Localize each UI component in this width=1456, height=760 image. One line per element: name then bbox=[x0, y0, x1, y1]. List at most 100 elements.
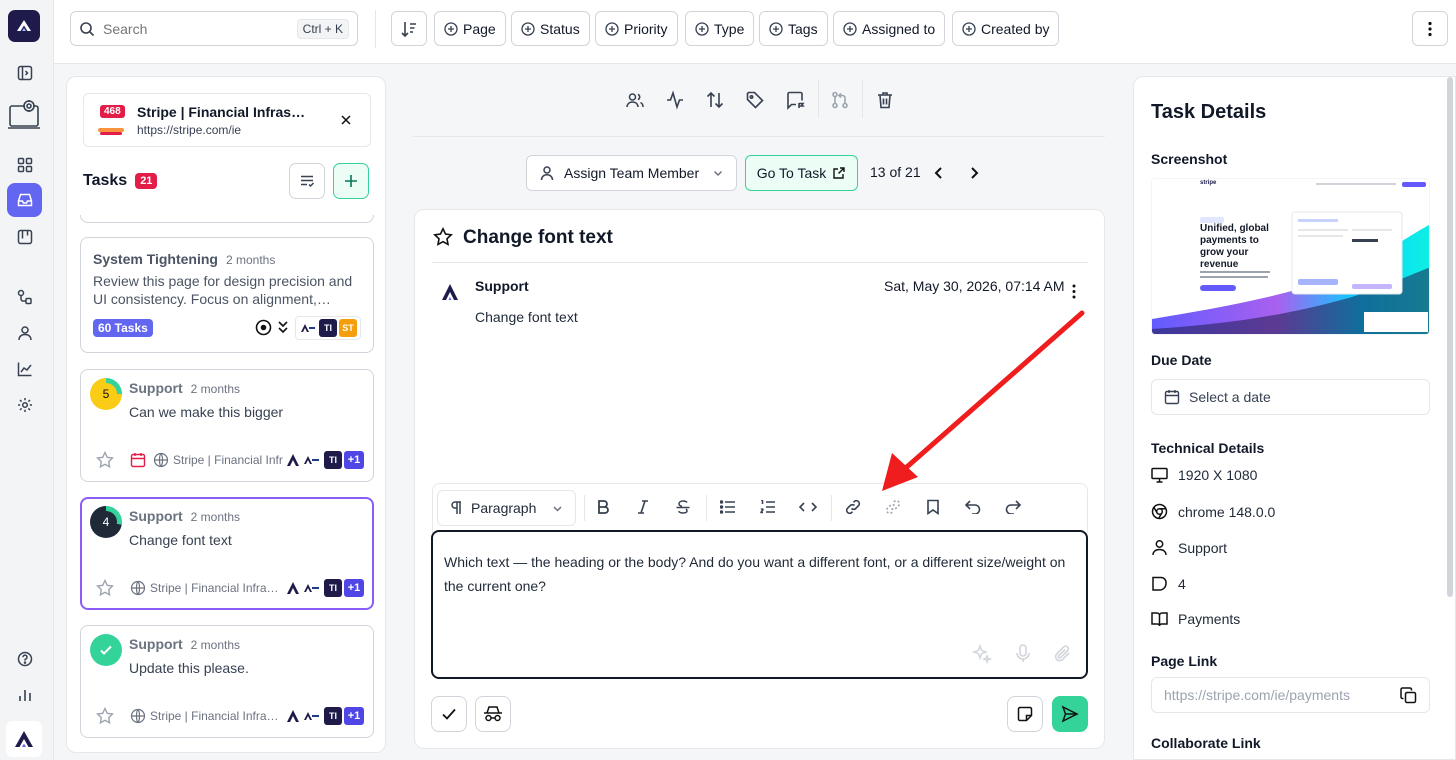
due-date-picker[interactable]: Select a date bbox=[1151, 379, 1430, 415]
brand-avatar-icon[interactable] bbox=[6, 721, 42, 757]
task-site: Stripe | Financial Infra… bbox=[150, 709, 279, 723]
link-icon[interactable] bbox=[842, 496, 864, 518]
filter-page-button[interactable]: Page bbox=[434, 11, 506, 46]
app-logo[interactable] bbox=[8, 10, 40, 42]
resolution-row: 1920 X 1080 bbox=[1151, 467, 1257, 483]
search-box[interactable]: Ctrl + K bbox=[70, 11, 358, 46]
send-button[interactable] bbox=[1052, 696, 1088, 732]
task-card-selected[interactable]: 4 Support 2 months Change font text Stri… bbox=[80, 497, 374, 610]
more-assignees-badge: +1 bbox=[344, 451, 364, 469]
mark-done-button[interactable] bbox=[431, 696, 467, 732]
priority-shield-icon bbox=[1151, 575, 1168, 592]
inbox-icon[interactable] bbox=[7, 183, 42, 217]
more-menu-button[interactable] bbox=[1412, 11, 1448, 46]
top-bar: Ctrl + K Page Status Priority Type Tags … bbox=[54, 0, 1456, 64]
filter-label: Page bbox=[463, 20, 496, 37]
star-icon[interactable] bbox=[96, 451, 114, 469]
filter-label: Assigned to bbox=[862, 20, 936, 37]
task-text: Change font text bbox=[129, 532, 232, 548]
page-link-value[interactable]: https://stripe.com/ie/payments bbox=[1164, 687, 1400, 703]
site-card[interactable]: 468 Stripe | Financial Infras… https://s… bbox=[83, 93, 371, 147]
numbered-list-icon[interactable] bbox=[757, 496, 779, 518]
search-input[interactable] bbox=[103, 20, 289, 37]
double-chevron-icon[interactable] bbox=[277, 320, 289, 334]
globe-icon bbox=[130, 708, 146, 724]
filter-created-button[interactable]: Created by bbox=[952, 11, 1060, 46]
code-icon[interactable] bbox=[797, 496, 819, 518]
bullet-list-icon[interactable] bbox=[717, 496, 739, 518]
activity-icon[interactable] bbox=[664, 89, 686, 111]
calendar-icon[interactable] bbox=[130, 452, 146, 468]
help-icon[interactable] bbox=[13, 647, 37, 671]
comment-flag-icon[interactable] bbox=[784, 89, 806, 111]
comment-menu-icon[interactable] bbox=[1072, 284, 1076, 299]
star-icon[interactable] bbox=[96, 707, 114, 725]
go-to-task-button[interactable]: Go To Task bbox=[745, 155, 858, 191]
go-to-task-label: Go To Task bbox=[756, 165, 827, 181]
list-view-button[interactable] bbox=[289, 163, 325, 199]
plus-icon bbox=[345, 175, 357, 187]
task-position: 13 of 21 bbox=[870, 164, 921, 180]
microphone-icon[interactable] bbox=[1015, 644, 1031, 664]
filter-status-button[interactable]: Status bbox=[511, 11, 590, 46]
workflow-icon[interactable] bbox=[13, 285, 37, 309]
bold-icon[interactable] bbox=[592, 496, 614, 518]
user-icon[interactable] bbox=[13, 321, 37, 345]
strikethrough-icon[interactable] bbox=[672, 496, 694, 518]
details-scrollbar[interactable] bbox=[1447, 77, 1453, 597]
note-button[interactable] bbox=[1007, 696, 1043, 732]
task-card[interactable]: Support 2 months Update this please. Str… bbox=[80, 625, 374, 738]
dashboard-icon[interactable] bbox=[13, 153, 37, 177]
filter-type-button[interactable]: Type bbox=[685, 11, 755, 46]
settings-icon[interactable] bbox=[13, 393, 37, 417]
ai-sparkle-icon[interactable] bbox=[972, 644, 992, 664]
plus-circle-icon bbox=[962, 21, 976, 36]
block-type-label: Paragraph bbox=[471, 500, 537, 516]
pull-request-icon[interactable] bbox=[829, 89, 851, 111]
done-check-icon bbox=[90, 634, 122, 666]
book-icon bbox=[1151, 611, 1168, 627]
tasks-label: Tasks bbox=[83, 172, 128, 189]
copy-icon[interactable] bbox=[1400, 686, 1417, 704]
task-card[interactable]: 5 Support 2 months Can we make this bigg… bbox=[80, 369, 374, 482]
analytics-icon[interactable] bbox=[13, 357, 37, 381]
tag-icon[interactable] bbox=[744, 89, 766, 111]
reply-editor[interactable]: Which text — the heading or the body? An… bbox=[431, 530, 1088, 679]
toolbar-rule bbox=[413, 136, 1105, 137]
filter-tags-button[interactable]: Tags bbox=[759, 11, 828, 46]
brand-avatar bbox=[302, 579, 322, 597]
attachment-icon[interactable] bbox=[1053, 644, 1073, 664]
screenshot-thumbnail[interactable]: stripe Unified, global payments to grow … bbox=[1151, 178, 1430, 335]
status-circle-icon[interactable] bbox=[255, 319, 272, 336]
assign-label: Assign Team Member bbox=[564, 165, 700, 181]
add-task-button[interactable] bbox=[333, 163, 369, 199]
star-icon[interactable] bbox=[96, 579, 114, 597]
block-type-select[interactable]: Paragraph bbox=[437, 490, 576, 526]
annotation-arrow bbox=[882, 310, 1085, 491]
filter-assigned-button[interactable]: Assigned to bbox=[833, 11, 946, 46]
close-icon[interactable] bbox=[340, 114, 352, 126]
page-link-field[interactable]: https://stripe.com/ie/payments bbox=[1151, 677, 1430, 713]
filter-priority-button[interactable]: Priority bbox=[595, 11, 678, 46]
task-group-card[interactable]: System Tightening 2 months Review this p… bbox=[80, 237, 374, 353]
workspace-settings-icon[interactable] bbox=[7, 98, 41, 132]
trash-icon[interactable] bbox=[874, 89, 896, 111]
sort-button[interactable] bbox=[391, 11, 427, 46]
italic-icon[interactable] bbox=[632, 496, 654, 518]
sort-arrows-icon[interactable] bbox=[704, 89, 726, 111]
incognito-button[interactable] bbox=[475, 696, 511, 732]
browser-value: chrome 148.0.0 bbox=[1178, 503, 1276, 520]
next-task-icon[interactable] bbox=[966, 165, 982, 181]
previous-task-icon[interactable] bbox=[931, 165, 947, 181]
group-avatars: TI ST bbox=[295, 316, 361, 340]
panel-toggle-icon[interactable] bbox=[13, 61, 37, 85]
plus-circle-icon bbox=[605, 21, 619, 36]
stats-icon[interactable] bbox=[13, 683, 37, 707]
favorite-star-icon[interactable] bbox=[433, 227, 453, 247]
sort-icon bbox=[400, 20, 418, 38]
board-icon[interactable] bbox=[13, 225, 37, 249]
team-icon[interactable] bbox=[624, 89, 646, 111]
assign-team-member-dropdown[interactable]: Assign Team Member bbox=[526, 155, 737, 191]
task-author: Support bbox=[129, 380, 183, 396]
reply-text[interactable]: Which text — the heading or the body? An… bbox=[444, 550, 1074, 598]
